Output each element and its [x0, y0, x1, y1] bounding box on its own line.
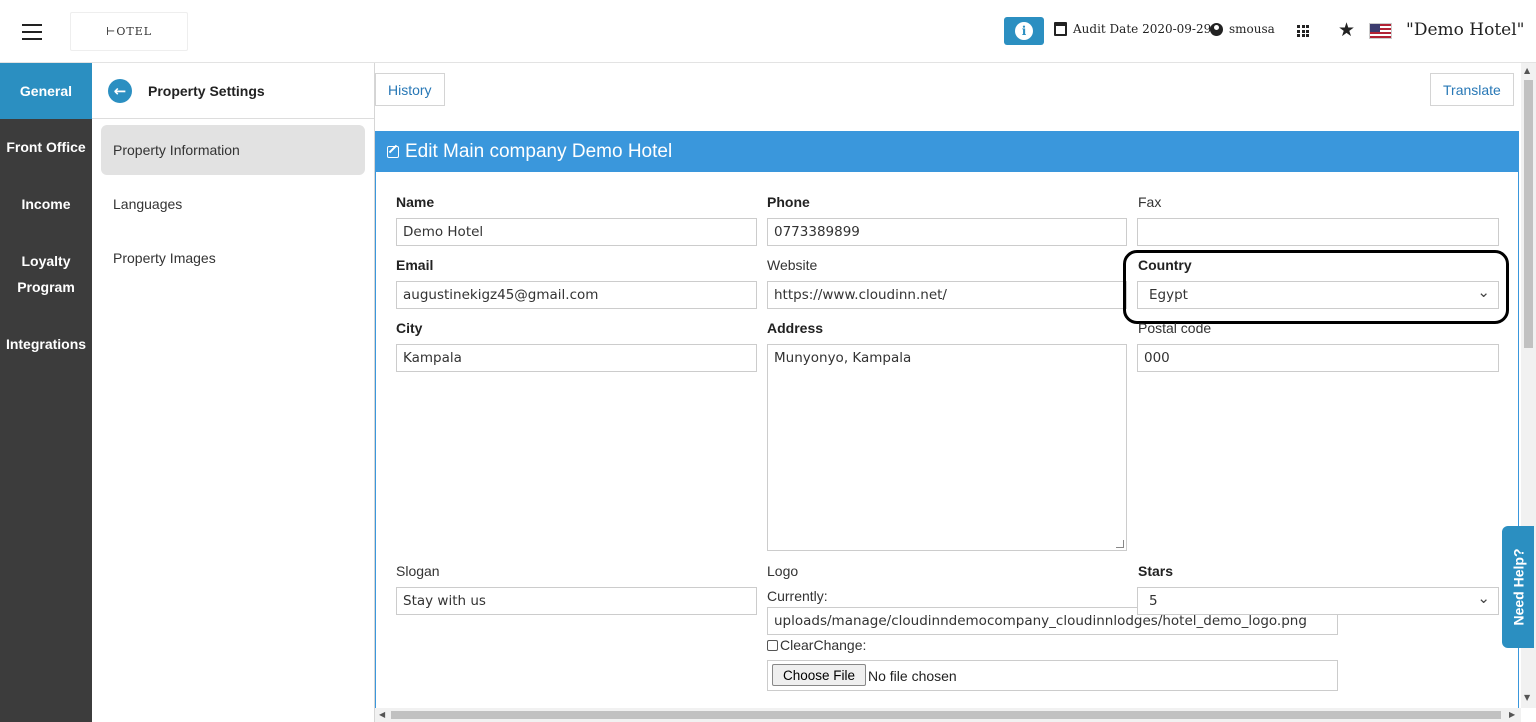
slogan-input[interactable]: Stay with us — [396, 587, 757, 615]
clear-change-row: ClearChange: — [767, 637, 866, 653]
logo-label: Logo — [767, 563, 799, 579]
fax-label: Fax — [1138, 194, 1162, 210]
current-hotel-name[interactable]: "Demo Hotel" — [1406, 20, 1524, 40]
resize-grip-icon[interactable] — [1116, 540, 1124, 548]
sidebar-item-loyalty-program[interactable]: Loyalty Program — [0, 248, 92, 300]
website-input[interactable]: https://www.cloudinn.net/ — [767, 281, 1127, 309]
address-textarea[interactable]: Munyonyo, Kampala — [767, 344, 1127, 551]
country-label: Country — [1138, 257, 1192, 273]
us-flag-icon[interactable] — [1369, 23, 1392, 39]
clear-checkbox[interactable] — [767, 639, 778, 651]
scroll-up-icon[interactable]: ▲ — [1524, 66, 1530, 75]
clear-change-label: ClearChange: — [780, 637, 867, 653]
sidebar-item-general[interactable]: General — [0, 63, 92, 119]
top-bar: ⊢OTEL i Audit Date 2020-09-29 smousa ★ "… — [0, 0, 1536, 63]
submenu-title: Property Settings — [148, 82, 265, 99]
country-select[interactable]: Egypt — [1137, 281, 1499, 309]
settings-submenu: ← Property Settings Property Information… — [92, 63, 375, 722]
no-file-text: No file chosen — [868, 667, 957, 684]
slogan-label: Slogan — [396, 563, 440, 579]
scroll-right-icon[interactable]: ▶ — [1509, 710, 1515, 719]
choose-file-button[interactable]: Choose File — [772, 664, 866, 686]
main-sidebar: General Front Office Income Loyalty Prog… — [0, 63, 92, 722]
info-button[interactable]: i — [1004, 17, 1044, 45]
postal-code-input[interactable]: 000 — [1137, 344, 1499, 372]
scroll-down-icon[interactable]: ▼ — [1524, 693, 1530, 702]
stars-select[interactable]: 5 — [1137, 587, 1499, 615]
sidebar-item-income[interactable]: Income — [0, 191, 92, 217]
horizontal-scrollbar[interactable]: ◀ ▶ — [375, 708, 1521, 722]
horizontal-scroll-thumb[interactable] — [391, 711, 1501, 719]
stars-label: Stars — [1138, 563, 1174, 579]
website-label: Website — [767, 257, 818, 273]
main-content: History Translate Edit Main company Demo… — [375, 63, 1521, 708]
postal-code-label: Postal code — [1138, 320, 1212, 336]
translate-button[interactable]: Translate — [1430, 73, 1514, 106]
edit-icon — [387, 145, 399, 158]
submenu-item-property-images[interactable]: Property Images — [101, 233, 365, 283]
email-label: Email — [396, 257, 434, 273]
address-label: Address — [767, 320, 824, 336]
user-menu[interactable]: smousa — [1210, 22, 1275, 36]
scroll-left-icon[interactable]: ◀ — [379, 710, 385, 719]
back-arrow-icon[interactable]: ← — [108, 78, 132, 103]
panel-title: Edit Main company Demo Hotel — [405, 140, 673, 162]
history-button[interactable]: History — [375, 73, 445, 106]
city-label: City — [396, 320, 423, 336]
hamburger-menu-icon[interactable] — [22, 24, 42, 40]
panel-header: Edit Main company Demo Hotel — [376, 131, 1518, 172]
vertical-scroll-thumb[interactable] — [1524, 80, 1533, 348]
submenu-item-languages[interactable]: Languages — [101, 179, 365, 229]
apps-grid-icon[interactable] — [1297, 25, 1309, 37]
info-icon: i — [1015, 22, 1033, 40]
name-label: Name — [396, 194, 435, 210]
need-help-label: Need Help? — [1510, 548, 1527, 626]
city-input[interactable]: Kampala — [396, 344, 757, 372]
calendar-icon — [1054, 22, 1067, 36]
sidebar-item-integrations[interactable]: Integrations — [0, 331, 92, 357]
name-input[interactable]: Demo Hotel — [396, 218, 757, 246]
hotel-logo[interactable]: ⊢OTEL — [70, 12, 188, 51]
address-text: Munyonyo, Kampala — [774, 350, 912, 366]
fax-input[interactable] — [1137, 218, 1499, 246]
phone-label: Phone — [767, 194, 810, 210]
audit-date-text: Audit Date 2020-09-29 — [1073, 22, 1212, 36]
username: smousa — [1229, 22, 1275, 36]
user-icon — [1210, 22, 1223, 36]
need-help-tab[interactable]: Need Help? — [1502, 526, 1534, 648]
submenu-header: ← Property Settings — [92, 63, 374, 119]
phone-input[interactable]: 0773389899 — [767, 218, 1127, 246]
currently-label: Currently: — [767, 588, 828, 604]
logo-text: ⊢OTEL — [105, 25, 153, 38]
audit-date: Audit Date 2020-09-29 — [1054, 22, 1211, 36]
submenu-item-property-information[interactable]: Property Information — [101, 125, 365, 175]
email-input[interactable]: augustinekigz45@gmail.com — [396, 281, 757, 309]
sidebar-item-front-office[interactable]: Front Office — [0, 134, 92, 160]
star-icon[interactable]: ★ — [1338, 19, 1355, 41]
